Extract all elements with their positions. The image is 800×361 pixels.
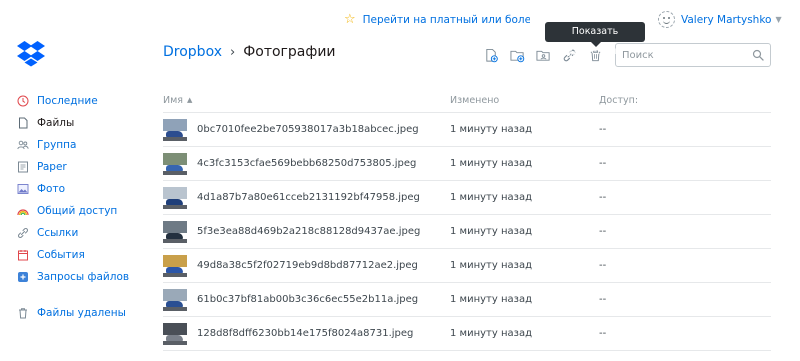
- access-cell: --: [599, 124, 607, 135]
- file-table: Имя ▲ Изменено Доступ: 0bc7010fee2be7059…: [163, 88, 771, 351]
- table-row[interactable]: 4d1a87b7a80e61cceb2131192bf47958.jpeg 1 …: [163, 181, 771, 215]
- search-icon[interactable]: [752, 49, 764, 61]
- avatar[interactable]: [658, 11, 675, 28]
- upgrade-link[interactable]: ☆ Перейти на платный или более дорогой т…: [344, 13, 530, 26]
- sidebar-item-label: Группа: [37, 139, 77, 151]
- sort-ascending-icon[interactable]: ▲: [187, 96, 192, 104]
- upgrade-text[interactable]: Перейти на платный или более дорогой тар…: [363, 14, 530, 26]
- access-cell: --: [599, 158, 607, 169]
- top-bar: ☆ Перейти на платный или более дорогой т…: [0, 0, 800, 38]
- access-cell: --: [599, 328, 607, 339]
- link-icon: [16, 227, 29, 240]
- modified-cell: 1 минуту назад: [450, 294, 532, 305]
- table-row[interactable]: 4c3fc3153cfae569bebb68250d753805.jpeg 1 …: [163, 147, 771, 181]
- search-box[interactable]: [615, 43, 771, 67]
- rainbow-sharing-icon: [16, 205, 29, 218]
- upload-file-icon: [485, 48, 498, 62]
- sidebar-item-links[interactable]: Ссылки: [16, 222, 156, 244]
- new-folder-icon: [509, 50, 524, 62]
- new-shared-folder-icon: [535, 50, 550, 61]
- trash-icon: [16, 307, 29, 320]
- sidebar-item-label: Файлы: [37, 117, 75, 129]
- modified-cell: 1 минуту назад: [450, 260, 532, 271]
- modified-cell: 1 минуту назад: [450, 226, 532, 237]
- paper-icon: [16, 161, 29, 174]
- sidebar-item-events[interactable]: События: [16, 244, 156, 266]
- file-name[interactable]: 0bc7010fee2be705938017a3b18abcec.jpeg: [197, 124, 419, 135]
- image-thumbnail: [163, 220, 187, 243]
- modified-cell: 1 минуту назад: [450, 192, 532, 203]
- sidebar-item-file-requests[interactable]: Запросы файлов: [16, 266, 156, 288]
- sidebar-item-label: Запросы файлов: [37, 271, 130, 283]
- sidebar-item-label: Фото: [37, 183, 66, 195]
- sidebar-item-label: Ссылки: [37, 227, 79, 239]
- table-row[interactable]: 5f3e3ea88d469b2a218c88128d9437ae.jpeg 1 …: [163, 215, 771, 249]
- file-icon: [16, 117, 29, 130]
- calendar-icon: [16, 249, 29, 262]
- user-name[interactable]: Valery Martyshko: [681, 14, 771, 26]
- breadcrumb-separator: ›: [230, 44, 236, 60]
- table-row[interactable]: 49d8a38c5f2f02719eb9d8bd87712ae2.jpeg 1 …: [163, 249, 771, 283]
- file-name[interactable]: 4c3fc3153cfae569bebb68250d753805.jpeg: [197, 158, 416, 169]
- image-thumbnail: [163, 186, 187, 209]
- sidebar-item-files[interactable]: Файлы: [16, 112, 156, 134]
- sidebar-item-sharing[interactable]: Общий доступ: [16, 200, 156, 222]
- team-icon: [16, 139, 29, 152]
- breadcrumb-root[interactable]: Dropbox: [163, 44, 222, 60]
- sidebar-item-label: Файлы удалены: [37, 307, 126, 319]
- dropbox-logo-icon: [17, 41, 45, 67]
- file-name[interactable]: 61b0c37bf81ab00b3c36c6ec55e2b11a.jpeg: [197, 294, 418, 305]
- file-name[interactable]: 49d8a38c5f2f02719eb9d8bd87712ae2.jpeg: [197, 260, 418, 271]
- new-folder-button[interactable]: [504, 46, 530, 64]
- table-row[interactable]: 61b0c37bf81ab00b3c36c6ec55e2b11a.jpeg 1 …: [163, 283, 771, 317]
- new-shared-folder-button[interactable]: [530, 46, 556, 64]
- modified-cell: 1 минуту назад: [450, 158, 532, 169]
- star-icon: ☆: [344, 13, 356, 26]
- page-title: Фотографии: [243, 44, 336, 60]
- column-modified-header[interactable]: Изменено: [450, 95, 599, 106]
- user-menu[interactable]: Valery Martyshko ▼: [658, 11, 782, 28]
- dropbox-logo[interactable]: [16, 40, 46, 68]
- column-name-header[interactable]: Имя ▲: [163, 95, 450, 106]
- column-access-header: Доступ:: [599, 94, 639, 106]
- chevron-down-icon[interactable]: ▼: [775, 15, 781, 24]
- file-name[interactable]: 4d1a87b7a80e61cceb2131192bf47958.jpeg: [197, 192, 420, 203]
- search-input[interactable]: [622, 49, 752, 61]
- sidebar-item-label: События: [37, 249, 85, 261]
- image-thumbnail: [163, 288, 187, 311]
- modified-cell: 1 минуту назад: [450, 124, 532, 135]
- sidebar-item-label: Общий доступ: [37, 205, 118, 217]
- sidebar-item-label: Paper: [37, 161, 67, 173]
- access-cell: --: [599, 260, 607, 271]
- sidebar-item-team[interactable]: Группа: [16, 134, 156, 156]
- modified-cell: 1 минуту назад: [450, 328, 532, 339]
- clock-icon: [16, 95, 29, 108]
- file-name[interactable]: 5f3e3ea88d469b2a218c88128d9437ae.jpeg: [197, 226, 420, 237]
- image-thumbnail: [163, 322, 187, 345]
- table-row[interactable]: 0bc7010fee2be705938017a3b18abcec.jpeg 1 …: [163, 113, 771, 147]
- breadcrumb: Dropbox › Фотографии: [163, 44, 336, 60]
- table-row[interactable]: 128d8f8dff6230bb14e175f8024a8731.jpeg 1 …: [163, 317, 771, 351]
- image-thumbnail: [163, 254, 187, 277]
- file-request-icon: [16, 271, 29, 284]
- file-name[interactable]: 128d8f8dff6230bb14e175f8024a8731.jpeg: [197, 328, 413, 339]
- access-cell: --: [599, 192, 607, 203]
- sidebar-item-label: Последние: [37, 95, 98, 107]
- access-cell: --: [599, 226, 607, 237]
- sidebar-item-recent[interactable]: Последние: [16, 90, 156, 112]
- sidebar-item-paper[interactable]: Paper: [16, 156, 156, 178]
- access-cell: --: [599, 294, 607, 305]
- table-header: Имя ▲ Изменено Доступ:: [163, 88, 771, 113]
- sidebar-item-photos[interactable]: Фото: [16, 178, 156, 200]
- upload-file-button[interactable]: [478, 46, 504, 64]
- image-thumbnail: [163, 152, 187, 175]
- tooltip-show-deleted: Показать удаленные: [545, 22, 645, 57]
- image-thumbnail: [163, 118, 187, 141]
- sidebar-item-deleted-files[interactable]: Файлы удалены: [16, 302, 156, 324]
- photo-icon: [16, 183, 29, 196]
- sidebar: Последние Файлы Группа Paper Фото Общий …: [16, 90, 156, 324]
